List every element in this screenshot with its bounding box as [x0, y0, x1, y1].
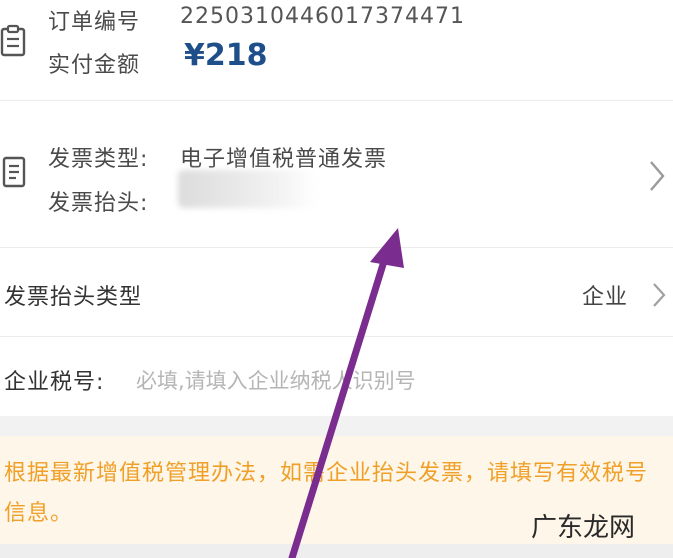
- tax-id-row: 企业税号: 必填,请填入企业纳税人识别号: [0, 337, 673, 415]
- tax-id-input[interactable]: 必填,请填入企业纳税人识别号: [136, 365, 416, 395]
- section-gap: [0, 416, 673, 436]
- blurred-invoice-header: [178, 170, 318, 208]
- order-number-label: 订单编号: [48, 10, 141, 35]
- invoice-header-label: 发票抬头:: [48, 191, 149, 216]
- paid-amount-label: 实付金额: [48, 53, 141, 78]
- invoice-header-type-label: 发票抬头类型: [4, 285, 143, 310]
- order-info-section: 订单编号 2250310446017374471 实付金额 ¥218: [0, 0, 673, 100]
- invoice-header-type-row[interactable]: 发票抬头类型 企业: [0, 248, 673, 336]
- tax-id-label: 企业税号:: [4, 370, 105, 395]
- invoice-icon: [2, 156, 26, 188]
- bottom-strip: [0, 544, 673, 558]
- invoice-info-row[interactable]: 发票类型: 电子增值税普通发票 发票抬头:: [0, 101, 673, 247]
- clipboard-icon: [0, 24, 26, 57]
- invoice-type-label: 发票类型:: [48, 147, 149, 172]
- chevron-right-icon[interactable]: [652, 282, 666, 308]
- order-number-value: 2250310446017374471: [180, 4, 465, 29]
- invoice-type-value: 电子增值税普通发票: [180, 147, 388, 172]
- chevron-right-icon[interactable]: [648, 159, 666, 193]
- paid-amount-value: ¥218: [184, 38, 268, 73]
- invoice-header-type-value: 企业: [582, 285, 629, 310]
- watermark-logo: 广东龙网: [530, 513, 635, 543]
